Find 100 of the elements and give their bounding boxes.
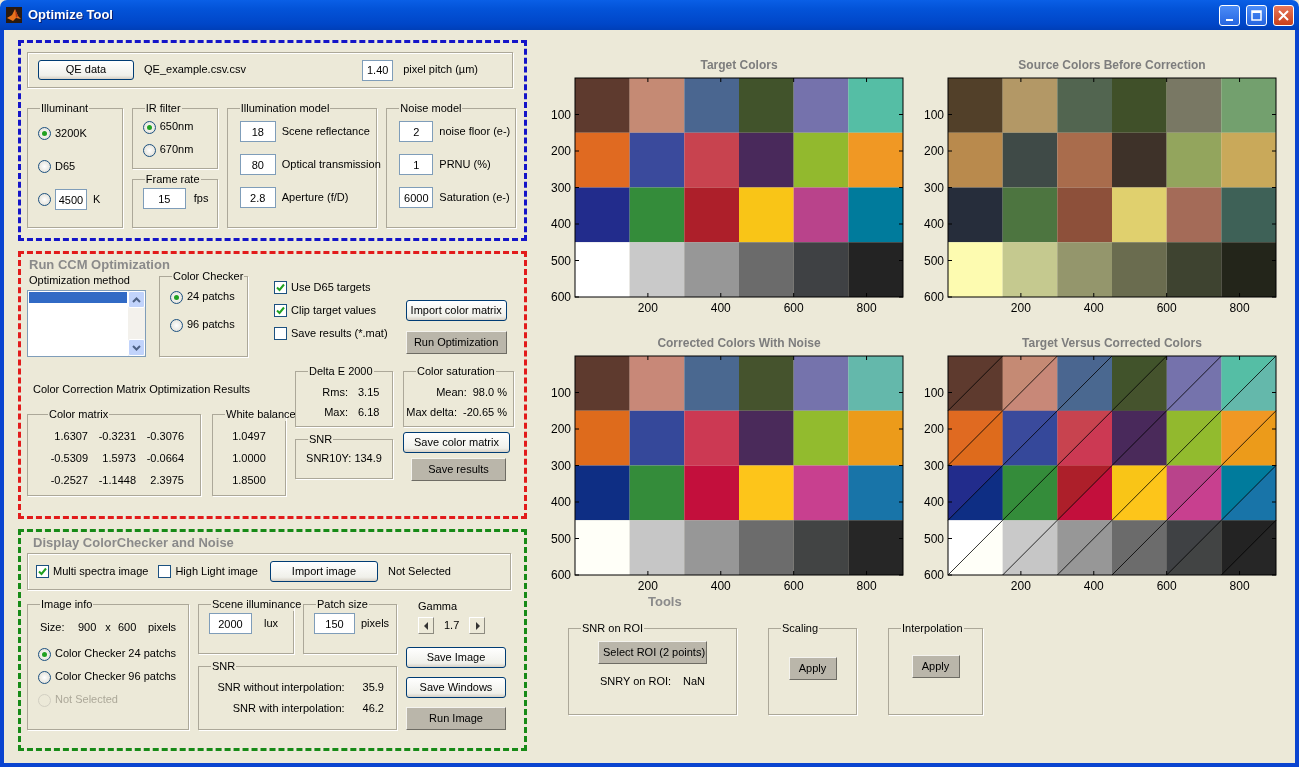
radio-label: 24 patchs <box>187 290 235 304</box>
list-label: Optimization method <box>29 274 131 288</box>
save-matrix-button[interactable]: Save color matrix <box>403 432 510 454</box>
radio-button[interactable] <box>38 193 51 206</box>
results-title: Color Correction Matrix Optimization Results <box>33 383 251 397</box>
run-optimization-button[interactable]: Run Optimization <box>405 331 507 354</box>
app-icon <box>6 7 22 23</box>
minimize-button[interactable] <box>1219 4 1240 26</box>
gamma-value: 1.7 <box>444 619 460 633</box>
list-row[interactable] <box>29 292 127 304</box>
group-title: Scene illuminance <box>211 598 303 611</box>
number-field[interactable]: 6000 <box>399 187 434 208</box>
tick-label: 400 <box>1083 579 1104 593</box>
apply-button[interactable]: Apply <box>788 657 837 680</box>
maximize-button[interactable] <box>1246 4 1267 26</box>
qe-data-button[interactable]: QE data <box>38 60 134 80</box>
run-image-button[interactable]: Run Image <box>406 707 506 731</box>
stat-label: Max delta: <box>406 405 457 419</box>
save-image-button[interactable]: Save Image <box>406 647 506 669</box>
checkbox[interactable] <box>274 304 287 318</box>
tick-label: 400 <box>923 217 944 231</box>
apply-button[interactable]: Apply <box>911 655 960 678</box>
number-field[interactable]: 18 <box>239 121 276 142</box>
balance-value: 1.0000 <box>232 452 266 465</box>
number-field[interactable]: 4500 <box>55 189 87 210</box>
group-title: Patch size <box>316 598 369 611</box>
matrix-value: -0.5309 <box>49 451 88 465</box>
tick-label: 400 <box>710 301 731 315</box>
close-icon <box>1278 9 1289 21</box>
roi-value: NaN <box>683 675 706 689</box>
stat-value: -20.65 % <box>462 405 507 419</box>
plot-title: Corrected Colors With Noise <box>656 336 822 352</box>
decrease-button[interactable] <box>418 617 434 635</box>
tick-label: 600 <box>783 301 804 315</box>
tick-label: 400 <box>550 217 571 231</box>
scroll-up-button[interactable] <box>128 291 145 309</box>
tick-label: 200 <box>637 579 658 593</box>
radio-button[interactable] <box>38 647 51 661</box>
number-field[interactable]: 1 <box>399 154 434 175</box>
size-label: Size: <box>40 621 66 635</box>
matrix-value: -0.2527 <box>49 473 88 487</box>
radio-button[interactable] <box>142 143 156 157</box>
select-roi-button[interactable]: Select ROI (2 points) <box>598 641 707 664</box>
checkbox-label: Use D65 targets <box>291 281 371 295</box>
stat-label: Max: <box>323 405 348 419</box>
radio-button[interactable] <box>170 318 183 332</box>
checkbox[interactable] <box>36 565 49 578</box>
radio-label: 650nm <box>159 120 194 134</box>
radio-button[interactable] <box>170 290 183 304</box>
import-matrix-button[interactable]: Import color matrix <box>405 300 507 321</box>
tick-label: 300 <box>923 180 944 195</box>
number-field[interactable]: 2000 <box>209 613 252 634</box>
radio-label: D65 <box>55 159 76 174</box>
tick-label: 100 <box>550 385 571 400</box>
group-title: SNR <box>308 433 334 447</box>
pitch-field[interactable]: 1.40 <box>362 59 394 81</box>
roi-label: SNRY on ROI: <box>599 675 672 689</box>
close-button[interactable] <box>1273 4 1294 26</box>
tick-label: 600 <box>1156 579 1177 593</box>
radio-button[interactable] <box>38 670 51 684</box>
list-box[interactable] <box>27 290 146 358</box>
radio-button[interactable] <box>38 127 51 140</box>
matrix-value: -0.3076 <box>145 429 184 443</box>
radio-button[interactable] <box>142 120 156 134</box>
plot-title: Target Versus Corrected Colors <box>1021 336 1203 352</box>
field-label: noise floor (e-) <box>439 124 511 139</box>
tick-label: 200 <box>1010 579 1031 593</box>
matrix-value: 2.3975 <box>149 473 184 487</box>
field-label: Optical transmission <box>281 157 381 172</box>
radio-button[interactable] <box>38 160 51 173</box>
tick-label: 200 <box>923 144 944 158</box>
checkbox[interactable] <box>158 565 172 578</box>
balance-value: 1.0497 <box>232 430 266 443</box>
tick-label: 200 <box>550 422 571 436</box>
tick-label: 100 <box>923 107 944 122</box>
number-field[interactable]: 2.8 <box>239 187 276 208</box>
maximize-icon <box>1251 9 1262 21</box>
number-field[interactable]: 80 <box>239 154 276 175</box>
size-label: x <box>104 621 112 635</box>
save-results-button[interactable]: Save results <box>411 458 506 482</box>
tick-label: 200 <box>923 422 944 436</box>
checkbox[interactable] <box>274 327 287 341</box>
number-field[interactable]: 15 <box>142 188 186 209</box>
tick-label: 800 <box>856 301 877 315</box>
right-arrow-icon <box>474 621 480 630</box>
plot-title: Source Colors Before Correction <box>1017 58 1207 74</box>
stat-value: 3.15 <box>358 385 380 399</box>
number-field[interactable]: 150 <box>314 613 355 634</box>
tick-label: 800 <box>856 579 877 593</box>
import-image-button[interactable]: Import image <box>269 561 378 582</box>
group-title: Frame rate <box>144 173 201 186</box>
increase-button[interactable] <box>469 617 486 635</box>
file-name: QE_example.csv.csv <box>144 63 246 77</box>
checkbox[interactable] <box>274 281 287 295</box>
tick-label: 800 <box>1229 579 1250 593</box>
scroll-down-button[interactable] <box>128 339 145 357</box>
number-field[interactable]: 2 <box>399 121 434 142</box>
save-windows-button[interactable]: Save Windows <box>406 677 506 699</box>
tick-label: 300 <box>923 458 944 473</box>
balance-value: 1.8500 <box>232 474 266 487</box>
